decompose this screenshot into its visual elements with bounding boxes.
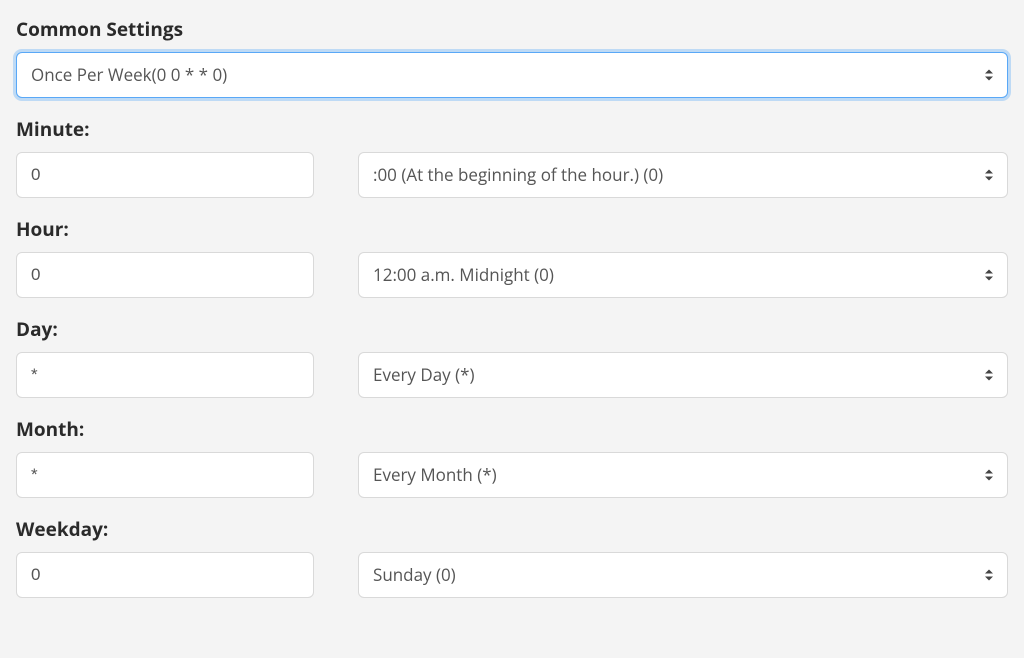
hour-select-wrapper: 12:00 a.m. Midnight (0) xyxy=(358,252,1008,298)
day-section: Day: Every Day (*) xyxy=(16,316,1008,398)
hour-label: Hour: xyxy=(16,216,1008,242)
weekday-select[interactable]: Sunday (0) xyxy=(358,552,1008,598)
common-settings-select-wrapper: Once Per Week(0 0 * * 0) xyxy=(16,52,1008,98)
weekday-row: Sunday (0) xyxy=(16,552,1008,598)
weekday-label: Weekday: xyxy=(16,516,1008,542)
day-label: Day: xyxy=(16,316,1008,342)
minute-label: Minute: xyxy=(16,116,1008,142)
hour-row: 12:00 a.m. Midnight (0) xyxy=(16,252,1008,298)
month-select-wrapper: Every Month (*) xyxy=(358,452,1008,498)
hour-section: Hour: 12:00 a.m. Midnight (0) xyxy=(16,216,1008,298)
common-settings-section: Common Settings Once Per Week(0 0 * * 0) xyxy=(16,16,1008,98)
hour-select[interactable]: 12:00 a.m. Midnight (0) xyxy=(358,252,1008,298)
day-select-wrapper: Every Day (*) xyxy=(358,352,1008,398)
minute-input[interactable] xyxy=(16,152,314,198)
weekday-select-wrapper: Sunday (0) xyxy=(358,552,1008,598)
weekday-input[interactable] xyxy=(16,552,314,598)
common-settings-label: Common Settings xyxy=(16,16,1008,42)
month-section: Month: Every Month (*) xyxy=(16,416,1008,498)
minute-section: Minute: :00 (At the beginning of the hou… xyxy=(16,116,1008,198)
month-select[interactable]: Every Month (*) xyxy=(358,452,1008,498)
day-input[interactable] xyxy=(16,352,314,398)
common-settings-select[interactable]: Once Per Week(0 0 * * 0) xyxy=(16,52,1008,98)
minute-select[interactable]: :00 (At the beginning of the hour.) (0) xyxy=(358,152,1008,198)
day-select[interactable]: Every Day (*) xyxy=(358,352,1008,398)
month-row: Every Month (*) xyxy=(16,452,1008,498)
hour-input[interactable] xyxy=(16,252,314,298)
month-input[interactable] xyxy=(16,452,314,498)
day-row: Every Day (*) xyxy=(16,352,1008,398)
weekday-section: Weekday: Sunday (0) xyxy=(16,516,1008,598)
minute-row: :00 (At the beginning of the hour.) (0) xyxy=(16,152,1008,198)
month-label: Month: xyxy=(16,416,1008,442)
minute-select-wrapper: :00 (At the beginning of the hour.) (0) xyxy=(358,152,1008,198)
